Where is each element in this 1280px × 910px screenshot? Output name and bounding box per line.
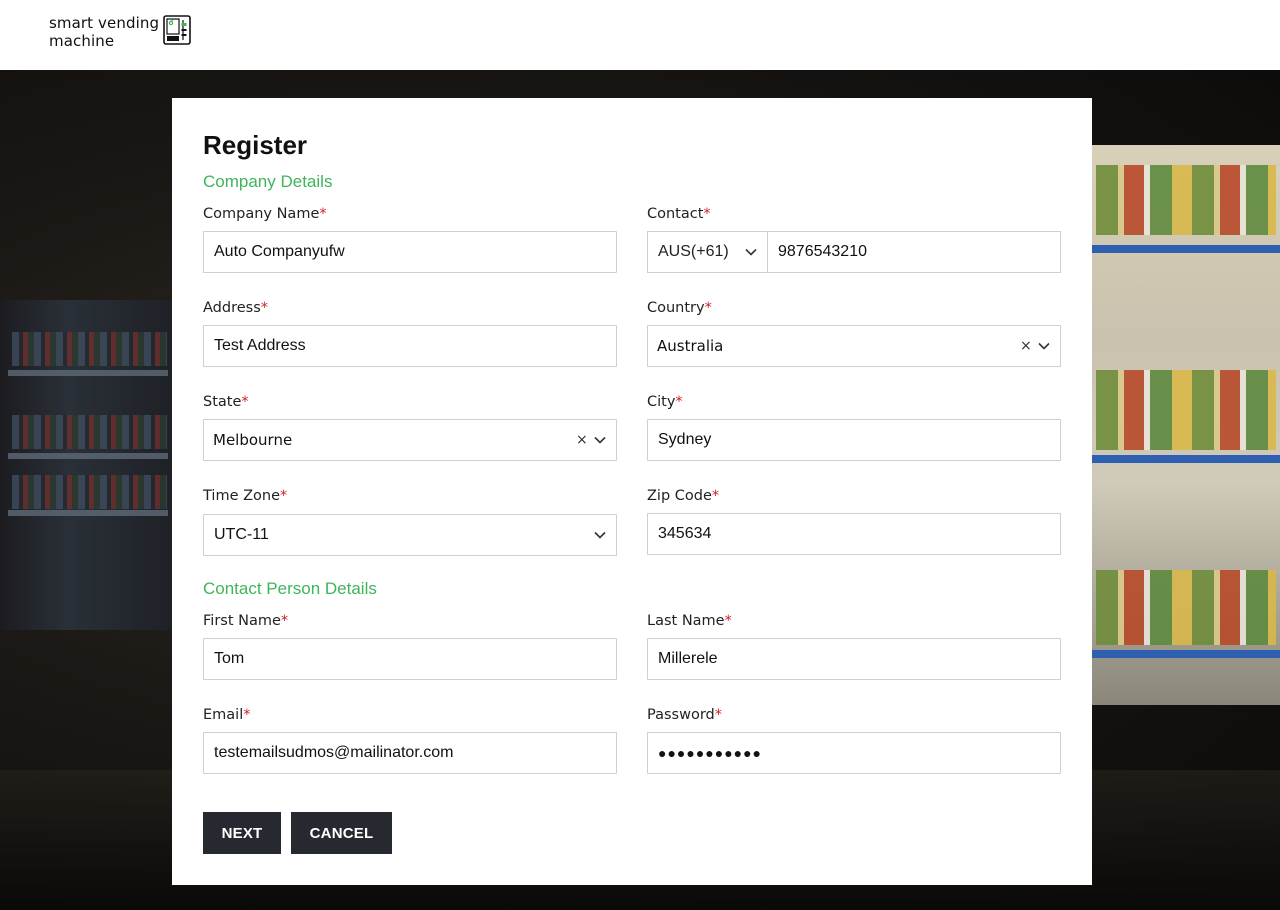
time-zone-select[interactable]: UTC-11 <box>203 514 617 556</box>
required-mark: * <box>280 613 289 629</box>
state-select[interactable]: Melbourne × <box>203 419 617 461</box>
required-mark: * <box>260 300 268 316</box>
next-button[interactable]: NEXT <box>203 812 281 854</box>
company-name-input[interactable]: Auto Companyufw <box>203 231 617 273</box>
time-zone-field: Time Zone* UTC-11 <box>203 488 617 556</box>
brand-line-2: machine <box>49 32 115 50</box>
country-field: Country* Australia × <box>647 300 1061 367</box>
zip-code-field: Zip Code* 345634 <box>647 488 1061 555</box>
required-mark: * <box>319 206 327 222</box>
country-select[interactable]: Australia × <box>647 325 1061 367</box>
contact-label: Contact <box>647 206 704 222</box>
company-name-label: Company Name <box>203 206 320 222</box>
address-input[interactable]: Test Address <box>203 325 617 367</box>
brand-name: smart vending machine <box>49 14 159 50</box>
required-mark: * <box>704 300 712 316</box>
contact-field: Contact* AUS(+61) 9876543210 <box>647 206 1061 273</box>
last-name-field: Last Name* Millerele <box>647 613 1061 680</box>
city-label: City <box>647 394 676 410</box>
brand-logo[interactable]: smart vending machine <box>49 14 191 50</box>
section-title-company: Company Details <box>203 172 333 191</box>
email-field: Email* testemailsudmos@mailinator.com <box>203 707 617 774</box>
password-label: Password <box>647 707 715 723</box>
required-mark: * <box>675 394 683 410</box>
required-mark: * <box>711 488 720 504</box>
required-mark: * <box>241 394 249 410</box>
state-label: State <box>203 394 242 410</box>
top-header: smart vending machine <box>0 0 1280 70</box>
page-title: Register <box>203 130 308 160</box>
clear-country-icon[interactable]: × <box>1020 338 1032 354</box>
clear-state-icon[interactable]: × <box>576 432 588 448</box>
time-zone-label: Time Zone <box>203 488 281 504</box>
password-input[interactable]: ●●●●●●●●●●● <box>647 732 1061 774</box>
email-input[interactable]: testemailsudmos@mailinator.com <box>203 732 617 774</box>
zip-code-input[interactable]: 345634 <box>647 513 1061 555</box>
required-mark: * <box>714 707 722 723</box>
country-code-select[interactable]: AUS(+61) <box>647 231 768 273</box>
register-card: Register Company Details Company Name* A… <box>172 98 1092 885</box>
contact-number-input[interactable]: 9876543210 <box>767 231 1061 273</box>
brand-line-1: smart vending <box>49 14 160 32</box>
required-mark: * <box>703 206 711 222</box>
cancel-button[interactable]: CANCEL <box>291 812 392 854</box>
country-label: Country <box>647 300 705 316</box>
address-field: Address* Test Address <box>203 300 617 367</box>
chevron-down-icon <box>594 531 606 539</box>
city-input[interactable]: Sydney <box>647 419 1061 461</box>
required-mark: * <box>280 488 288 504</box>
chevron-down-icon[interactable] <box>594 436 606 444</box>
city-field: City* Sydney <box>647 394 1061 461</box>
zip-code-label: Zip Code <box>647 488 712 504</box>
vending-machine-icon <box>163 15 191 45</box>
password-field: Password* ●●●●●●●●●●● <box>647 707 1061 774</box>
chevron-down-icon <box>745 248 757 256</box>
first-name-input[interactable]: Tom <box>203 638 617 680</box>
last-name-input[interactable]: Millerele <box>647 638 1061 680</box>
last-name-label: Last Name <box>647 613 725 629</box>
first-name-label: First Name <box>203 613 281 629</box>
first-name-field: First Name* Tom <box>203 613 617 680</box>
state-field: State* Melbourne × <box>203 394 617 461</box>
address-label: Address <box>203 300 261 316</box>
section-title-contact-person: Contact Person Details <box>203 579 377 598</box>
required-mark: * <box>724 613 732 629</box>
required-mark: * <box>243 707 251 723</box>
email-label: Email <box>203 707 244 723</box>
chevron-down-icon[interactable] <box>1038 342 1050 350</box>
company-name-field: Company Name* Auto Companyufw <box>203 206 617 273</box>
